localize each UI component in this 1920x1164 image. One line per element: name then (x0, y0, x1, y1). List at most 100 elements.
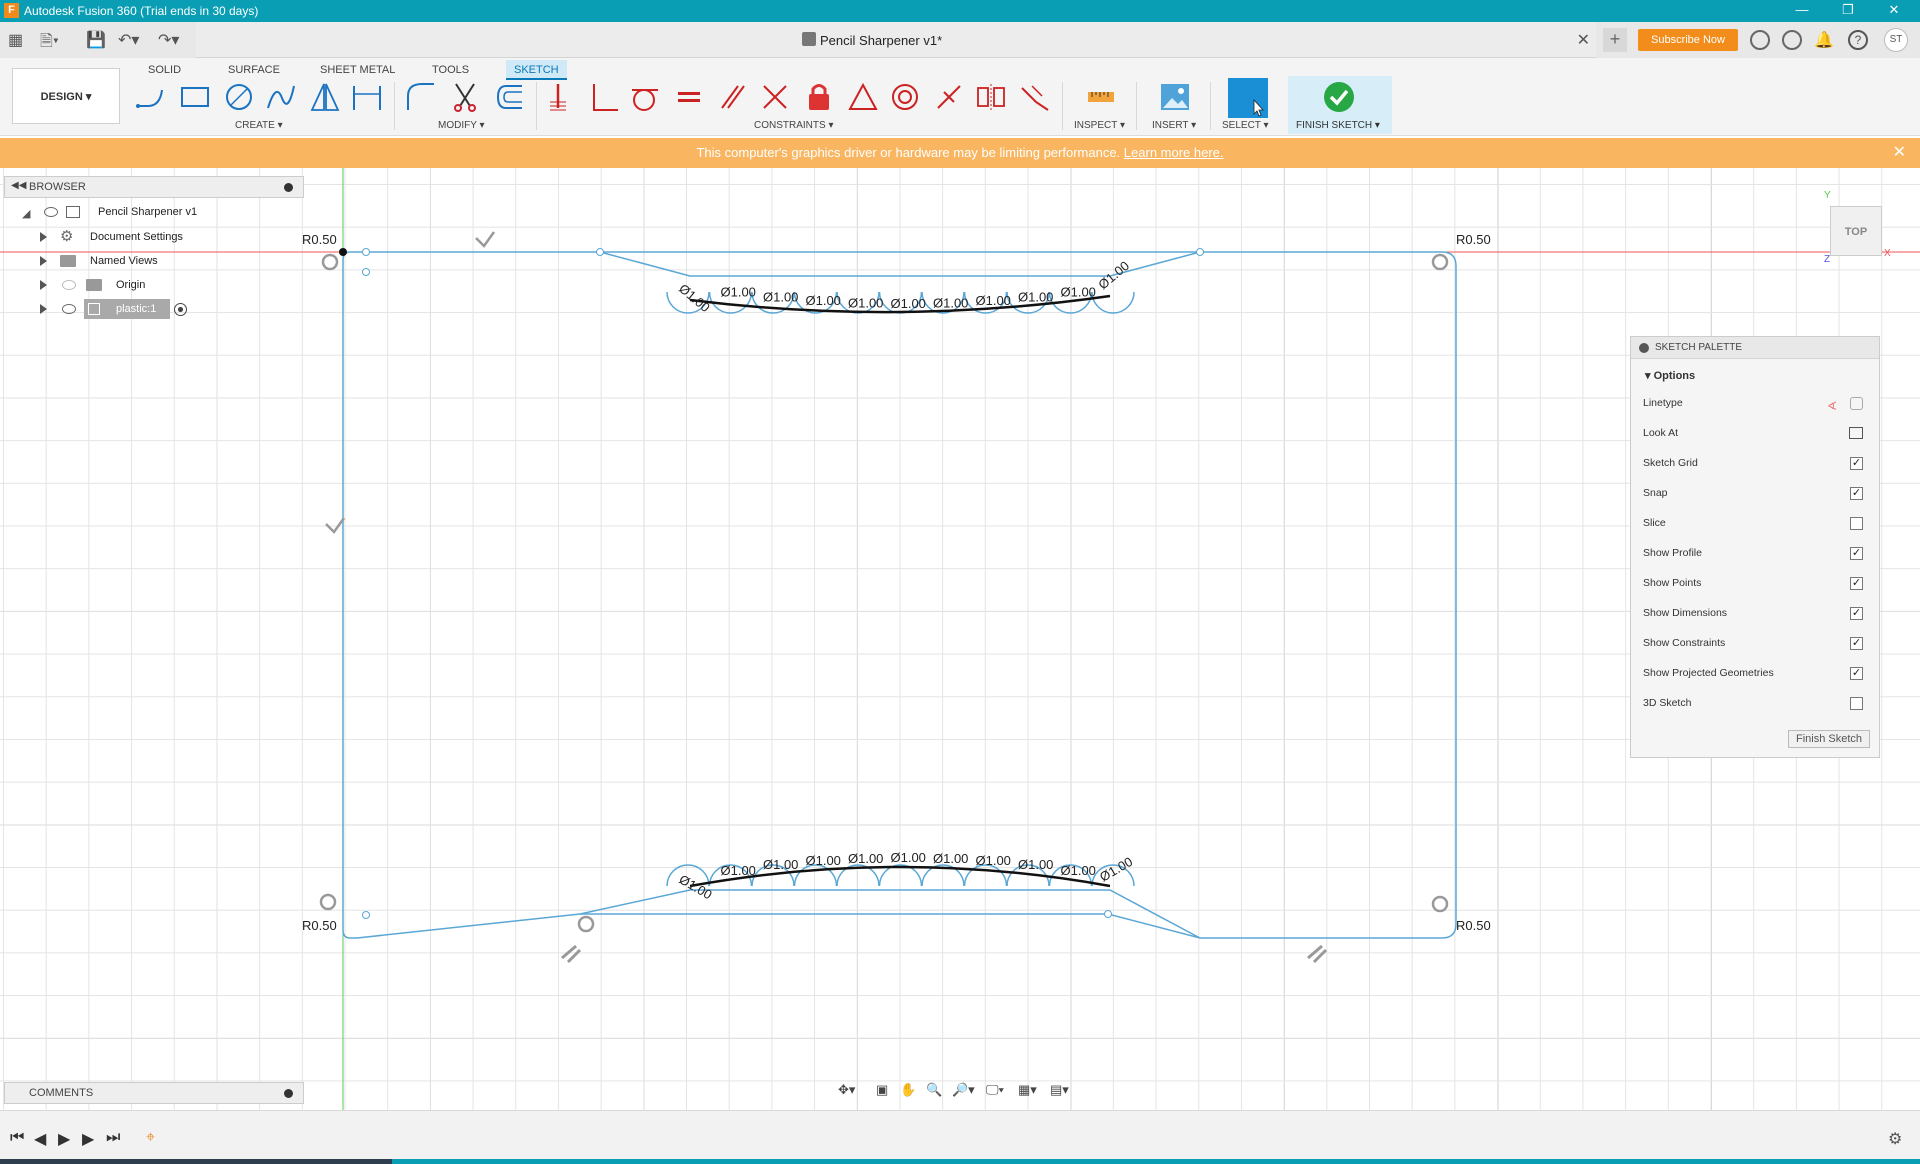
checkbox[interactable]: ✓ (1850, 547, 1863, 560)
expand-caret-icon[interactable] (40, 280, 47, 290)
expanded-caret-icon[interactable]: ◢ (22, 204, 30, 224)
tangent-constraint-icon[interactable] (628, 80, 662, 114)
tangent-constraint-glyph[interactable] (1431, 895, 1449, 913)
diameter-dimension[interactable]: Ø1.00 (976, 853, 1011, 868)
zoom-icon[interactable]: 🔍 (926, 1082, 942, 1098)
checkbox[interactable]: ✓ (1850, 667, 1863, 680)
extensions-icon[interactable] (1750, 30, 1770, 50)
centerline-linetype-icon[interactable] (1850, 397, 1863, 410)
triangle-constraint-icon[interactable] (846, 80, 880, 114)
new-tab-button[interactable]: + (1603, 28, 1627, 52)
fillet-tool-icon[interactable] (404, 80, 438, 114)
sketch-feature-icon[interactable]: ⌖ (146, 1129, 155, 1147)
checkbox[interactable]: ✓ (1850, 607, 1863, 620)
browser-panel-header[interactable]: ◀◀ BROWSER (4, 176, 304, 198)
dimension-tool-icon[interactable] (350, 80, 384, 114)
finish-sketch-palette-button[interactable]: Finish Sketch (1788, 730, 1870, 748)
comments-panel-header[interactable]: COMMENTS (4, 1082, 304, 1104)
parallel-constraint-glyph[interactable] (1307, 944, 1328, 964)
collapse-browser-icon[interactable]: ◀◀ (11, 180, 26, 191)
checkbox[interactable]: ✓ (1850, 457, 1863, 470)
look-at-nav-icon[interactable]: ▣ (876, 1082, 888, 1098)
tangent-constraint-glyph[interactable] (319, 893, 337, 911)
constraints-menu[interactable]: CONSTRAINTS ▾ (754, 120, 833, 131)
job-status-icon[interactable] (1782, 30, 1802, 50)
file-menu-icon[interactable]: 🗎▾ (40, 30, 59, 57)
restore-button[interactable]: ❐ (1828, 2, 1868, 18)
radius-dimension[interactable]: R0.50 (302, 918, 337, 933)
tab-surface[interactable]: SURFACE (220, 60, 288, 80)
horizontal-vertical-constraint-icon[interactable] (544, 80, 578, 114)
diameter-dimension[interactable]: Ø1.00 (1018, 290, 1053, 305)
measure-ruler-icon[interactable] (1084, 80, 1118, 114)
go-to-start-icon[interactable]: ⏮ (10, 1129, 24, 1147)
diameter-dimension[interactable]: Ø1.00 (1061, 863, 1096, 878)
expand-caret-icon[interactable] (40, 232, 47, 242)
activate-radio-icon[interactable] (174, 303, 187, 316)
tab-tools[interactable]: TOOLS (424, 60, 477, 80)
diameter-dimension[interactable]: Ø1.00 (721, 284, 756, 299)
diameter-dimension[interactable]: Ø1.00 (891, 296, 926, 311)
diameter-dimension[interactable]: Ø1.00 (933, 295, 968, 310)
pan-hand-icon[interactable]: ✋ (900, 1082, 916, 1098)
step-forward-icon[interactable]: ▶ (82, 1129, 94, 1149)
visibility-eye-icon[interactable] (44, 207, 58, 217)
diameter-dimension[interactable]: Ø1.00 (806, 293, 841, 308)
sketch-point[interactable] (362, 268, 370, 276)
document-tab[interactable]: Pencil Sharpener v1* ✕ (196, 22, 1596, 58)
trim-scissors-icon[interactable] (448, 80, 482, 114)
options-section-header[interactable]: ▾ Options (1645, 369, 1695, 382)
orbit-icon[interactable]: ✥▾ (838, 1082, 855, 1098)
inspect-menu[interactable]: INSPECT ▾ (1074, 120, 1125, 131)
close-window-button[interactable]: ✕ (1874, 2, 1914, 18)
symmetry-constraint-icon[interactable] (974, 80, 1008, 114)
view-cube[interactable]: TOP (1830, 206, 1882, 256)
curvature-constraint-icon[interactable] (1018, 80, 1052, 114)
minimize-button[interactable]: — (1782, 2, 1822, 17)
parallel-constraint-icon[interactable] (716, 80, 750, 114)
scallop-arc[interactable] (1091, 291, 1135, 314)
look-at-icon[interactable] (1849, 427, 1863, 439)
comments-add-icon[interactable] (284, 1089, 293, 1098)
tree-item-document-settings[interactable]: ⚙ Document Settings (40, 227, 220, 247)
outline-profile[interactable] (342, 251, 1457, 939)
tangent-constraint-glyph[interactable] (577, 915, 595, 933)
diameter-dimension[interactable]: Ø1.00 (763, 857, 798, 872)
diameter-dimension[interactable]: Ø1.00 (677, 872, 715, 903)
origin-point[interactable] (339, 248, 347, 256)
diameter-dimension[interactable]: Ø1.00 (1061, 284, 1096, 299)
visibility-eye-icon[interactable] (62, 304, 76, 314)
close-tab-button[interactable]: ✕ (1577, 30, 1590, 50)
fix-lock-icon[interactable] (802, 80, 836, 114)
browser-minimize-icon[interactable] (284, 183, 293, 192)
workspace-switcher[interactable]: DESIGN ▾ (12, 68, 120, 124)
tab-solid[interactable]: SOLID (140, 60, 189, 80)
concentric-constraint-icon[interactable] (888, 80, 922, 114)
mirror-tool-icon[interactable] (308, 80, 342, 114)
play-icon[interactable]: ▶ (58, 1129, 70, 1149)
tab-sketch[interactable]: SKETCH (506, 60, 567, 80)
perpendicular-constraint-glyph[interactable] (475, 231, 496, 248)
help-icon[interactable]: ? (1848, 30, 1868, 50)
coincident-constraint-icon[interactable] (758, 80, 792, 114)
diameter-dimension[interactable]: Ø1.00 (1095, 258, 1132, 292)
diameter-dimension[interactable]: Ø1.00 (1018, 857, 1053, 872)
timeline-settings-gear-icon[interactable]: ⚙ (1888, 1129, 1902, 1149)
tree-item-origin[interactable]: Origin (40, 275, 220, 295)
diameter-dimension[interactable]: Ø1.00 (806, 853, 841, 868)
diameter-dimension[interactable]: Ø1.00 (1097, 854, 1135, 885)
diameter-dimension[interactable]: Ø1.00 (976, 293, 1011, 308)
grid-settings-icon[interactable]: ▦▾ (1018, 1082, 1037, 1098)
tangent-constraint-glyph[interactable] (321, 253, 339, 271)
tree-item-root[interactable]: ◢ Pencil Sharpener v1 (22, 202, 202, 222)
viewports-icon[interactable]: ▤▾ (1050, 1082, 1069, 1098)
bottom-diameter-dimensions[interactable]: Ø1.00Ø1.00 Ø1.00 Ø1.00 Ø1.00 Ø1.00 Ø1.00 Ø1.00… (677, 850, 1136, 902)
banner-close-button[interactable]: ✕ (1893, 138, 1906, 168)
diameter-dimension[interactable]: Ø1.00 (891, 850, 926, 865)
parallel-constraint-glyph[interactable] (561, 944, 582, 964)
save-icon[interactable]: 💾 (86, 30, 106, 50)
zoom-window-icon[interactable]: 🔎▾ (952, 1082, 975, 1098)
redo-icon[interactable]: ↷▾ (158, 30, 179, 50)
radius-dimension[interactable]: R0.50 (1456, 232, 1491, 247)
palette-minimize-icon[interactable] (1639, 343, 1649, 353)
